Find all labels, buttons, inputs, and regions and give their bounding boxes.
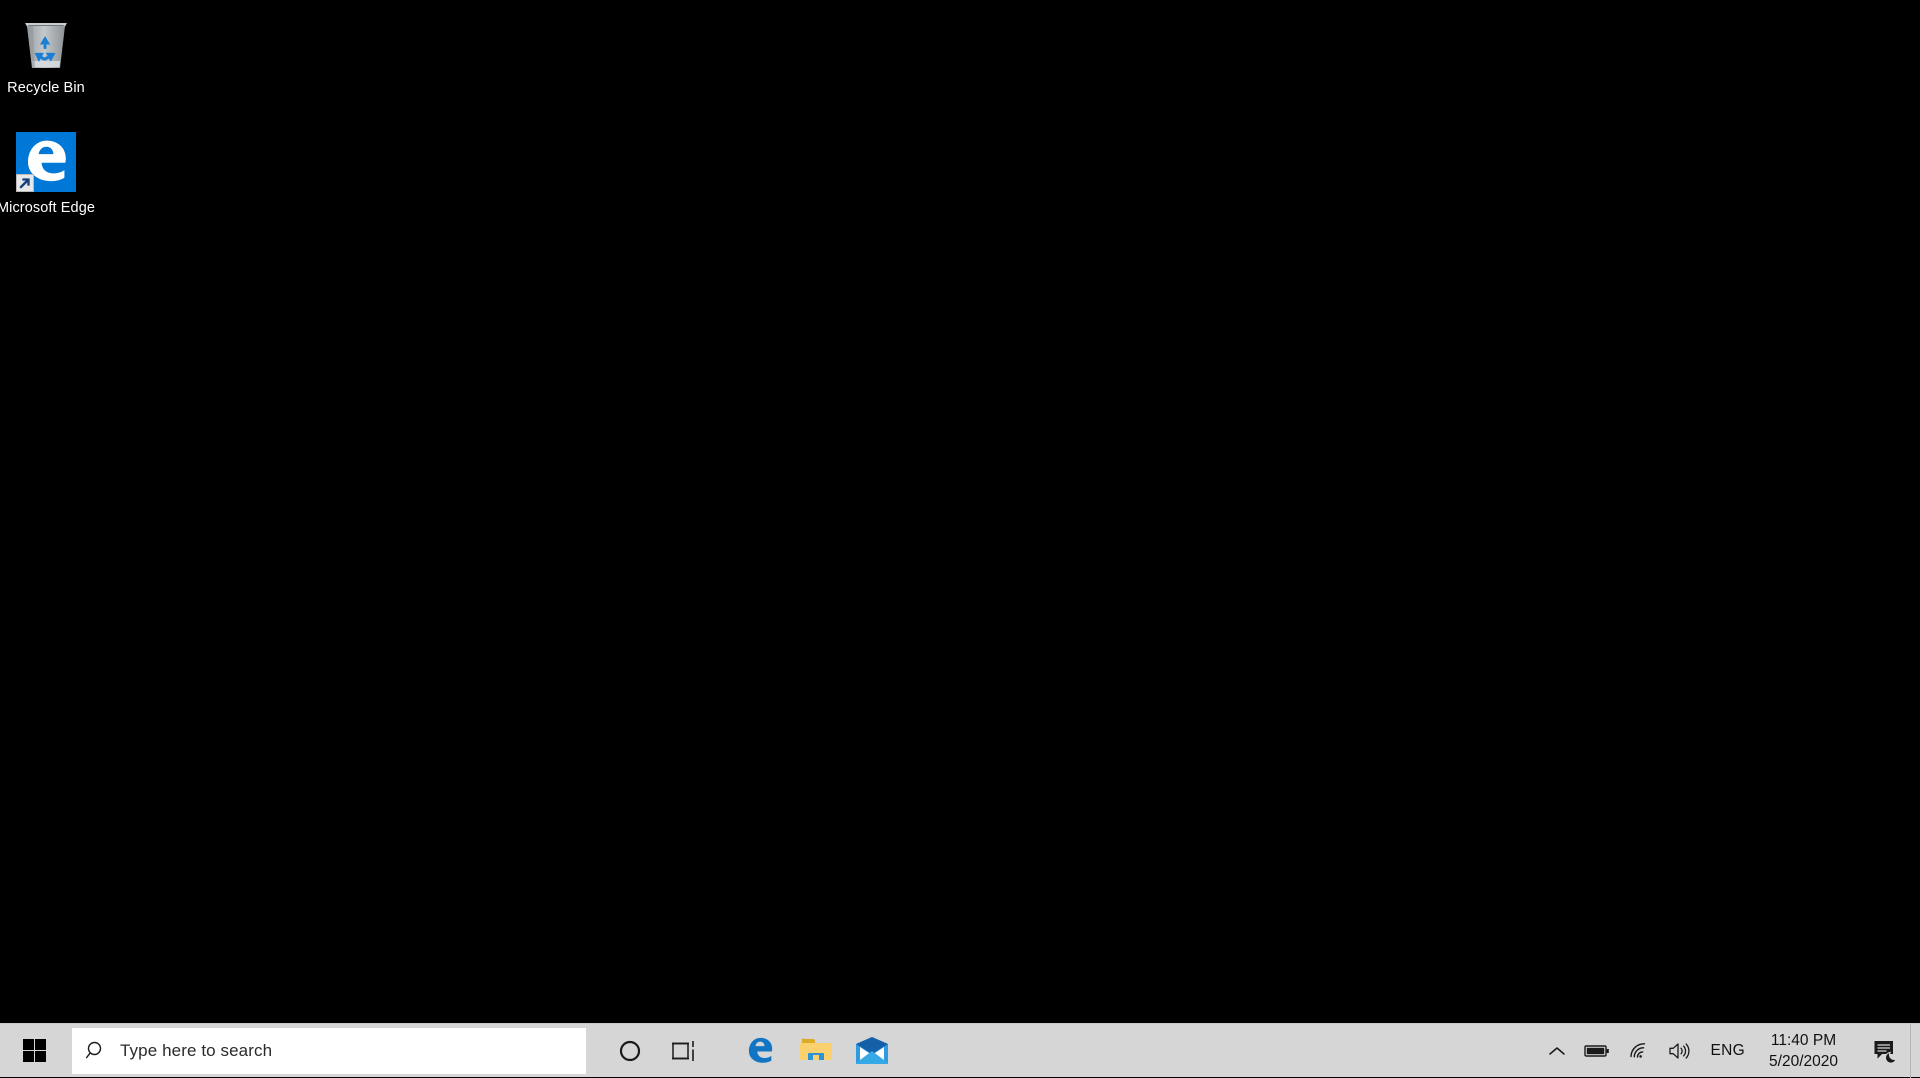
task-view-icon — [672, 1040, 694, 1061]
edge-icon — [748, 1037, 773, 1063]
task-view-button[interactable] — [658, 1024, 714, 1078]
speaker-icon — [1668, 1042, 1690, 1059]
taskbar: Type here to search ENG 11:40 PM 5/20/20… — [0, 1023, 1920, 1078]
taskbar-mail[interactable] — [844, 1024, 900, 1078]
clock-time: 11:40 PM — [1770, 1031, 1837, 1049]
desktop-icon-label: Recycle Bin — [7, 80, 85, 96]
shortcut-arrow-icon — [16, 174, 34, 192]
edge-icon — [0, 128, 101, 192]
show-desktop-button[interactable] — [1910, 1023, 1920, 1078]
clock[interactable]: 11:40 PM 5/20/2020 — [1755, 1024, 1852, 1078]
battery-button[interactable] — [1575, 1024, 1619, 1078]
search-input[interactable]: Type here to search — [72, 1027, 586, 1074]
system-tray: ENG 11:40 PM 5/20/2020 — [1539, 1023, 1920, 1078]
chevron-up-icon — [1548, 1046, 1565, 1055]
taskbar-edge[interactable] — [732, 1024, 788, 1078]
mail-icon — [856, 1036, 888, 1064]
search-icon — [72, 1040, 120, 1062]
cortana-button[interactable] — [602, 1024, 658, 1078]
search-placeholder-text: Type here to search — [120, 1040, 273, 1060]
network-button[interactable] — [1619, 1024, 1659, 1078]
cortana-circle-icon — [619, 1040, 641, 1061]
wifi-icon — [1629, 1042, 1645, 1058]
notification-bubble-icon — [1874, 1040, 1897, 1063]
language-indicator[interactable]: ENG — [1701, 1024, 1756, 1078]
desktop-icon-label: Microsoft Edge — [0, 200, 96, 216]
windows-logo-icon — [22, 1039, 46, 1062]
desktop-icon-microsoft-edge[interactable]: Microsoft Edge — [0, 128, 101, 218]
desktop[interactable]: Recycle Bin Microsoft Edge Type here to … — [0, 0, 1920, 1078]
clock-date: 5/20/2020 — [1769, 1052, 1838, 1070]
show-hidden-icons-button[interactable] — [1539, 1024, 1575, 1078]
taskbar-pinned-apps — [732, 1024, 900, 1078]
taskbar-file-explorer[interactable] — [788, 1024, 844, 1078]
volume-button[interactable] — [1659, 1024, 1701, 1078]
battery-icon — [1583, 1044, 1609, 1057]
folder-icon — [800, 1037, 832, 1060]
action-center-button[interactable] — [1862, 1024, 1910, 1078]
start-button[interactable] — [0, 1024, 68, 1078]
desktop-icon-recycle-bin[interactable]: Recycle Bin — [0, 8, 101, 98]
recycle-bin-icon — [0, 8, 101, 72]
